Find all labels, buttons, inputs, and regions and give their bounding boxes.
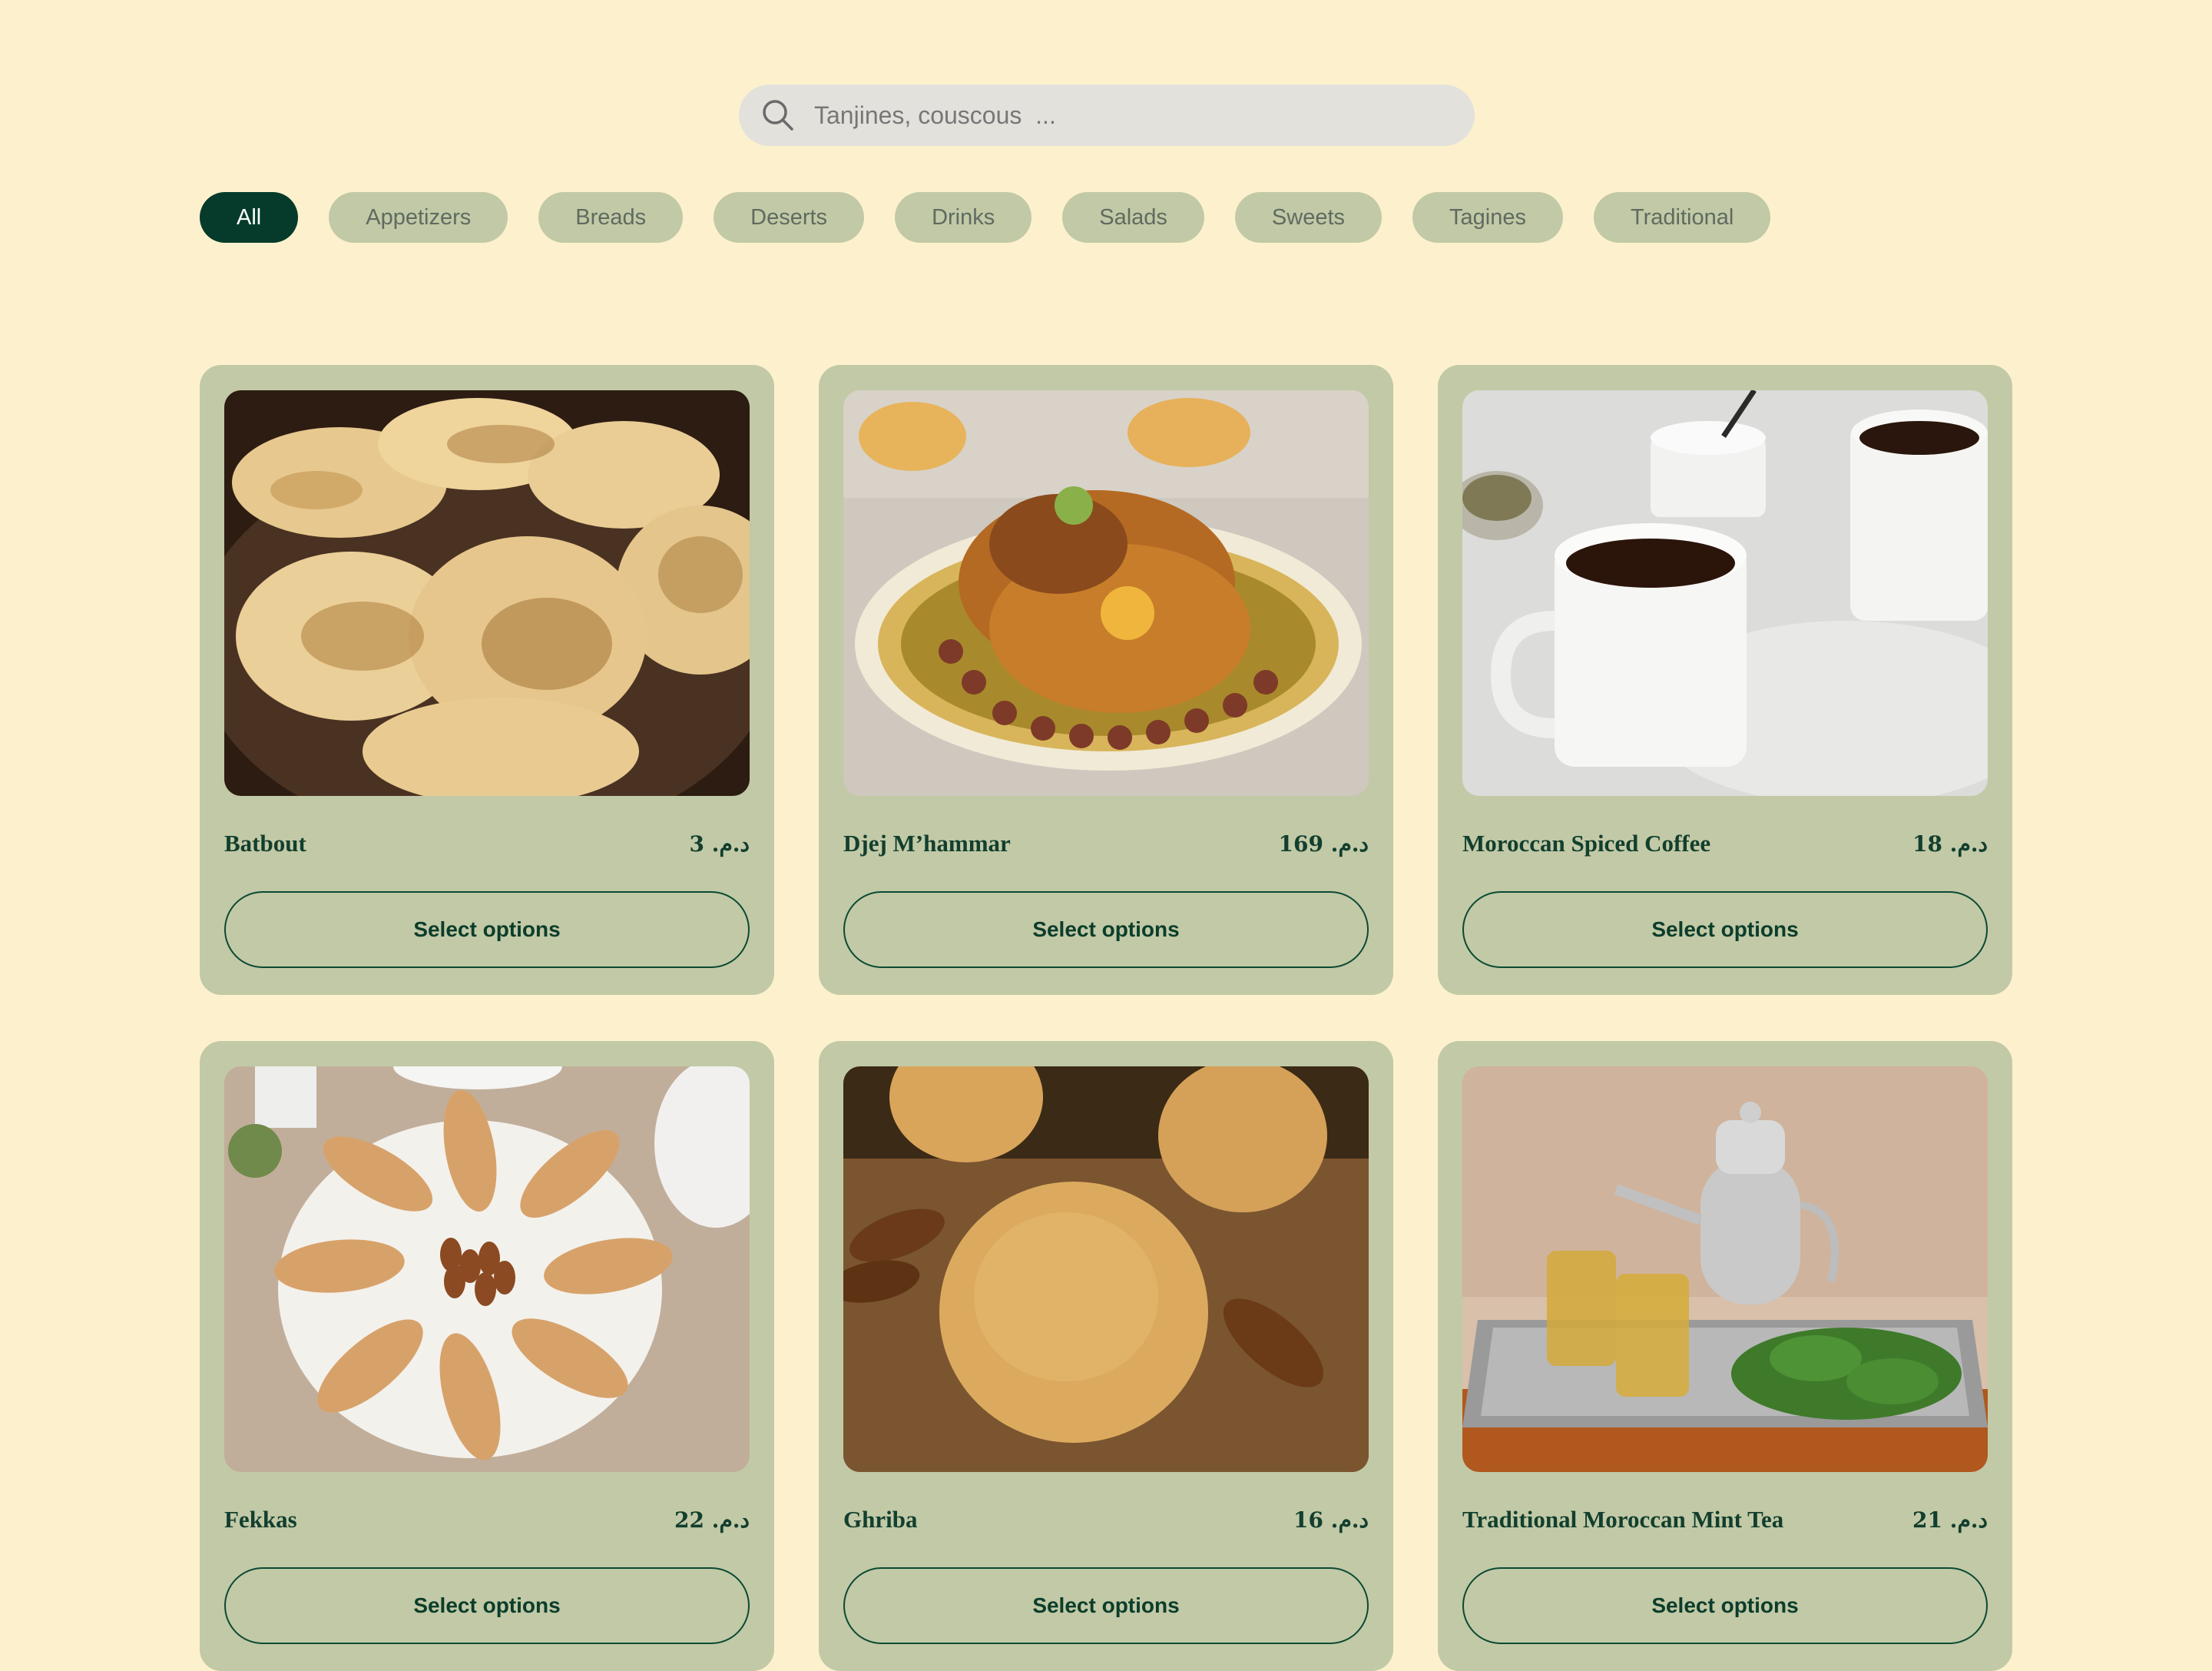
product-image[interactable]	[224, 390, 750, 796]
filter-chip-drinks[interactable]: Drinks	[895, 192, 1032, 243]
product-price: 21 .د.م	[1912, 1507, 1988, 1533]
product-name[interactable]: Moroccan Spiced Coffee	[1462, 830, 1710, 857]
product-image[interactable]	[843, 390, 1369, 796]
product-card: Fekkas 22 .د.م Select options	[200, 1041, 774, 1671]
product-card: Moroccan Spiced Coffee 18 .د.م Select op…	[1438, 365, 2012, 995]
filter-chip-appetizers[interactable]: Appetizers	[329, 192, 508, 243]
select-options-button[interactable]: Select options	[1462, 891, 1988, 968]
select-options-button[interactable]: Select options	[224, 891, 750, 968]
search-input[interactable]	[814, 101, 1429, 130]
search-bar[interactable]	[739, 85, 1475, 146]
filter-chip-salads[interactable]: Salads	[1062, 192, 1204, 243]
product-image[interactable]	[1462, 1066, 1988, 1472]
product-image[interactable]	[1462, 390, 1988, 796]
select-options-button[interactable]: Select options	[843, 891, 1369, 968]
filter-chip-all[interactable]: All	[200, 192, 299, 243]
product-name[interactable]: Batbout	[224, 830, 306, 857]
product-name[interactable]: Traditional Moroccan Mint Tea	[1462, 1506, 1783, 1533]
filter-chip-breads[interactable]: Breads	[538, 192, 684, 243]
category-filters: All Appetizers Breads Deserts Drinks Sal…	[200, 192, 1771, 243]
select-options-button[interactable]: Select options	[1462, 1567, 1988, 1644]
select-options-button[interactable]: Select options	[843, 1567, 1369, 1644]
select-options-button[interactable]: Select options	[224, 1567, 750, 1644]
search-icon	[760, 98, 796, 133]
product-card: Traditional Moroccan Mint Tea 21 .د.م Se…	[1438, 1041, 2012, 1671]
product-card: Djej M’hammar 169 .د.م Select options	[819, 365, 1393, 995]
product-name[interactable]: Fekkas	[224, 1506, 297, 1533]
product-price: 16 .د.م	[1293, 1507, 1369, 1533]
product-image[interactable]	[224, 1066, 750, 1472]
product-price: 18 .د.م	[1912, 831, 1988, 857]
filter-chip-deserts[interactable]: Deserts	[714, 192, 865, 243]
filter-chip-traditional[interactable]: Traditional	[1593, 192, 1771, 243]
product-price: 22 .د.م	[674, 1507, 750, 1533]
product-price: 3 .د.م	[689, 831, 750, 857]
filter-chip-tagines[interactable]: Tagines	[1412, 192, 1563, 243]
product-grid: Batbout 3 .د.م Select options Djej M’ham…	[200, 365, 2012, 1671]
filter-chip-sweets[interactable]: Sweets	[1234, 192, 1382, 243]
product-price: 169 .د.م	[1278, 831, 1369, 857]
product-name[interactable]: Djej M’hammar	[843, 830, 1011, 857]
product-card: Ghriba 16 .د.م Select options	[819, 1041, 1393, 1671]
product-card: Batbout 3 .د.م Select options	[200, 365, 774, 995]
product-name[interactable]: Ghriba	[843, 1506, 917, 1533]
product-image[interactable]	[843, 1066, 1369, 1472]
